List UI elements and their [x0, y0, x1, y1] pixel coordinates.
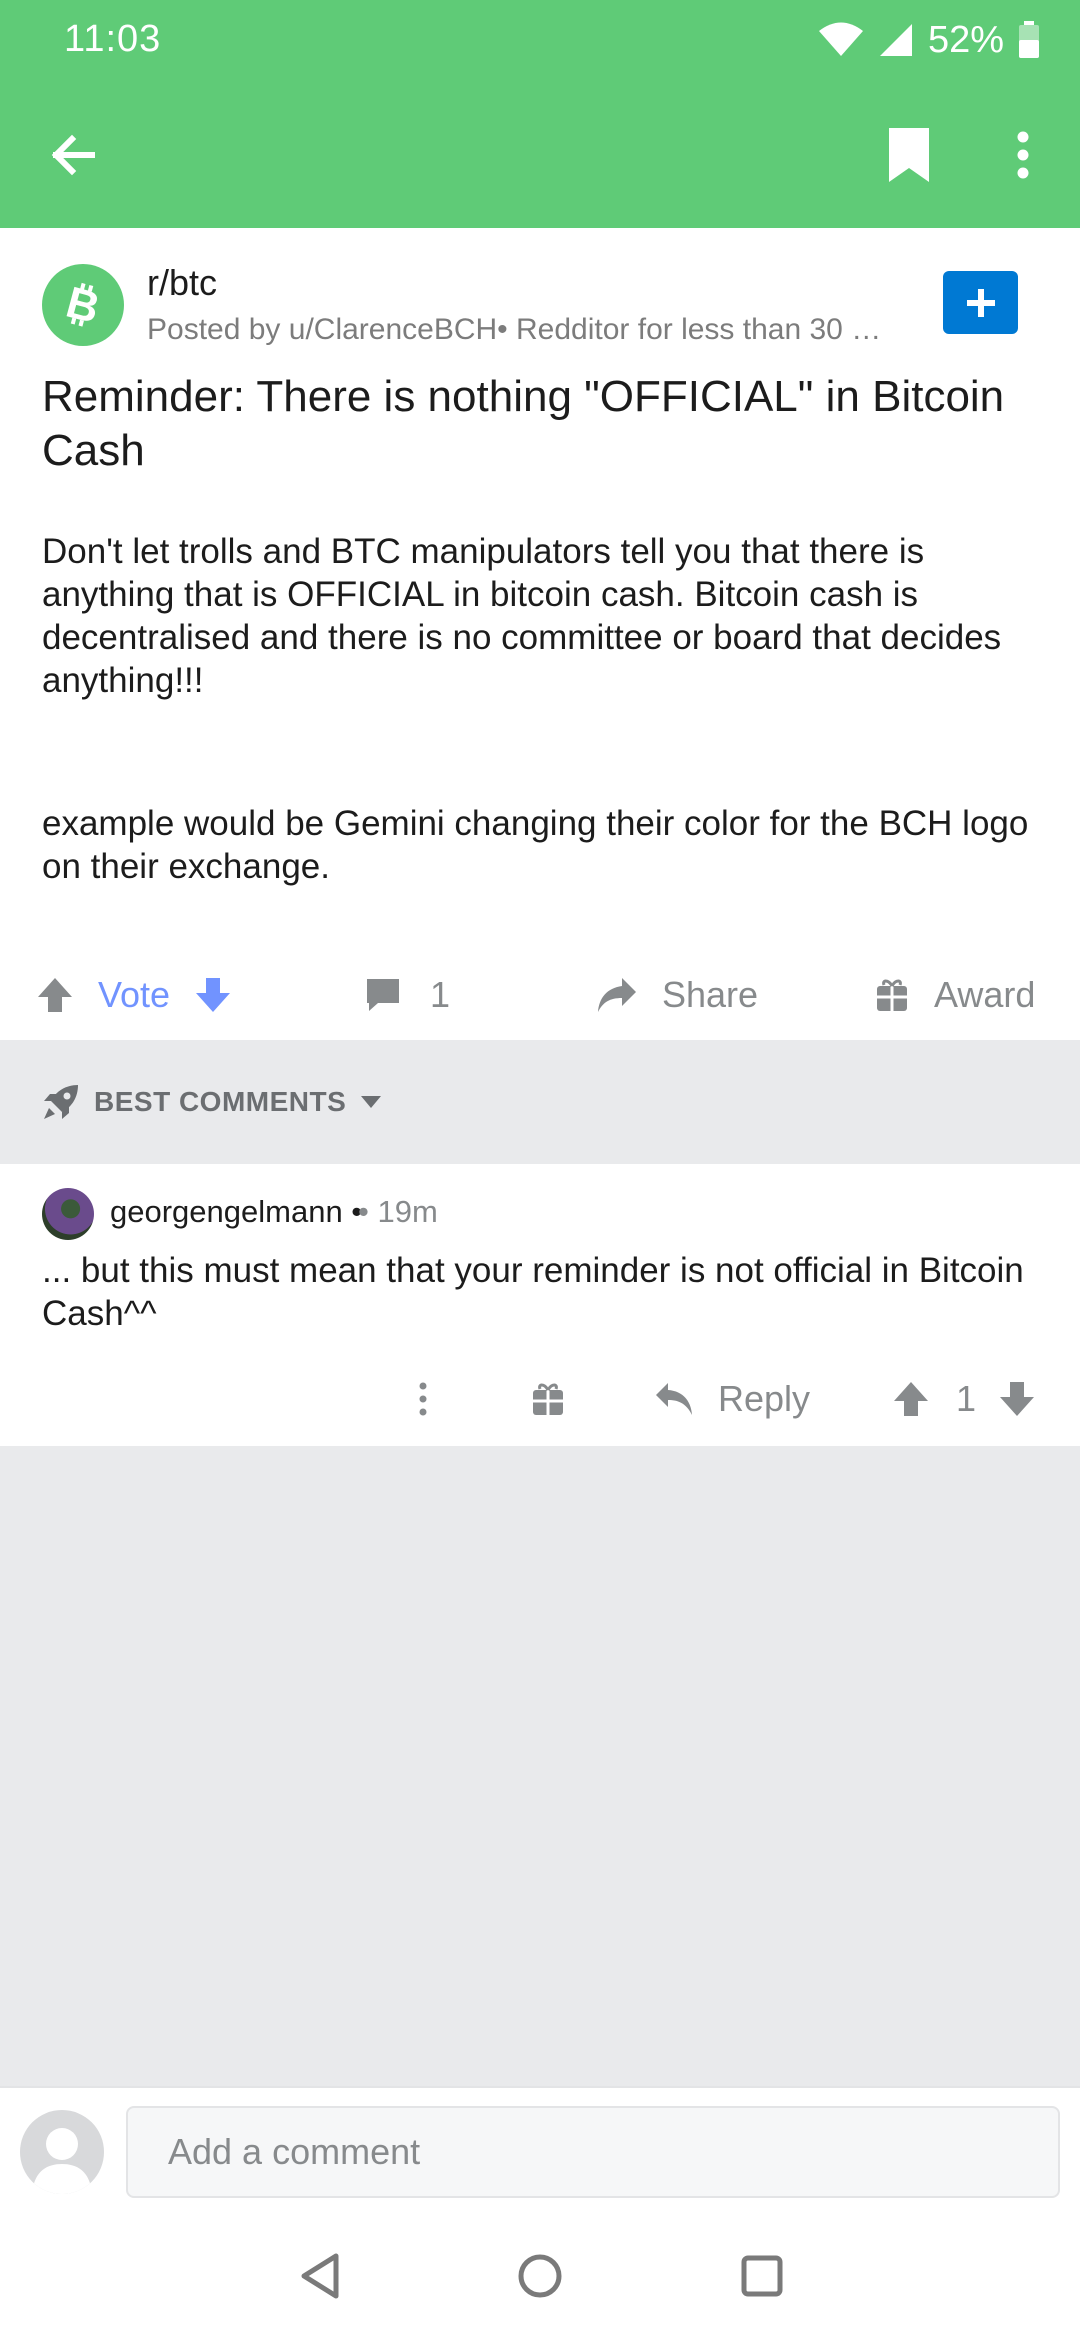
triangle-back-icon	[301, 2253, 339, 2299]
post-action-bar: Vote 1 Share Award	[0, 950, 1080, 1040]
comments-button[interactable]: 1	[364, 950, 450, 1040]
add-comment-input[interactable]	[126, 2106, 1060, 2198]
battery-icon	[1019, 21, 1039, 58]
gift-icon	[533, 1383, 563, 1415]
reply-button[interactable]: Reply	[654, 1364, 810, 1434]
comment: georgengelmann • • 19m ... but this must…	[0, 1164, 1080, 1446]
post-paragraph: example would be Gemini changing their c…	[42, 804, 1029, 886]
back-button[interactable]	[28, 100, 118, 210]
more-vertical-icon	[419, 1382, 427, 1416]
avatar[interactable]	[42, 1188, 94, 1240]
cell-signal-icon	[879, 24, 912, 56]
user-avatar[interactable]	[20, 2110, 104, 2194]
share-icon	[598, 978, 636, 1012]
vote-label: Vote	[98, 974, 171, 1015]
post-card: B r/btc Posted by u/ClarenceBCH• Reddito…	[0, 228, 1080, 1040]
sort-label: BEST COMMENTS	[94, 1086, 347, 1117]
subreddit-name[interactable]: r/btc	[147, 262, 217, 304]
award-label: Award	[934, 974, 1036, 1015]
post-title: Reminder: There is nothing "OFFICIAL" in…	[42, 372, 1005, 475]
nav-recents-button[interactable]	[732, 2246, 792, 2306]
user-silhouette-icon	[32, 2128, 92, 2194]
comment-icon	[367, 979, 399, 1011]
comment-vote-group: 1	[892, 1364, 1036, 1434]
rocket-icon	[44, 1085, 78, 1119]
gift-icon	[877, 979, 907, 1011]
upvote-icon[interactable]	[892, 1380, 930, 1418]
nav-home-button[interactable]	[510, 2246, 570, 2306]
comment-count: 1	[430, 974, 451, 1015]
caret-down-icon	[361, 1096, 382, 1108]
comment-author[interactable]: georgengelmann •	[110, 1194, 362, 1230]
join-button[interactable]	[943, 271, 1018, 334]
square-recents-icon	[741, 2255, 783, 2297]
bookmark-button[interactable]	[864, 100, 954, 210]
nav-back-button[interactable]	[290, 2246, 350, 2306]
bookmark-icon	[889, 128, 929, 182]
system-nav-bar	[0, 2212, 1080, 2340]
reply-icon	[656, 1383, 692, 1415]
wifi-icon	[818, 22, 863, 56]
comment-composer	[0, 2086, 1080, 2212]
comment-sort-bar[interactable]: BEST COMMENTS	[0, 1040, 1080, 1164]
downvote-icon[interactable]	[194, 976, 232, 1014]
vote-group: Vote	[36, 950, 232, 1040]
plus-icon	[966, 288, 995, 317]
status-indicators: 52%	[818, 18, 1040, 62]
post-meta: Posted by u/ClarenceBCH• Redditor for le…	[147, 313, 882, 346]
more-options-button[interactable]	[978, 100, 1068, 210]
comment-timestamp: • 19m	[358, 1194, 438, 1229]
battery-percentage: 52%	[927, 18, 1004, 61]
comment-score: 1	[956, 1378, 977, 1419]
circle-home-icon	[518, 2254, 562, 2298]
comment-award-button[interactable]	[530, 1364, 566, 1434]
downvote-icon[interactable]	[998, 1380, 1036, 1418]
sort-selector[interactable]: BEST COMMENTS	[42, 1040, 382, 1164]
status-bar: 11:03 52%	[0, 0, 1080, 80]
share-button[interactable]: Share	[596, 950, 758, 1040]
post-paragraph: Don't let trolls and BTC manipulators te…	[42, 532, 1002, 700]
arrow-left-icon	[51, 134, 95, 176]
reply-label: Reply	[718, 1378, 811, 1419]
comment-action-bar: Reply 1	[0, 1364, 1080, 1434]
status-time: 11:03	[64, 18, 162, 60]
toolbar	[0, 100, 1080, 210]
award-button[interactable]: Award	[874, 950, 1035, 1040]
subreddit-avatar[interactable]: B	[42, 264, 124, 346]
upvote-icon[interactable]	[36, 976, 74, 1014]
comment-more-button[interactable]	[408, 1364, 438, 1434]
app-header: 11:03 52%	[0, 0, 1080, 228]
share-label: Share	[662, 974, 759, 1015]
more-vertical-icon	[1017, 131, 1029, 179]
comment-body: ... but this must mean that your reminde…	[42, 1251, 1024, 1333]
bitcoin-cash-icon: B	[61, 280, 104, 330]
